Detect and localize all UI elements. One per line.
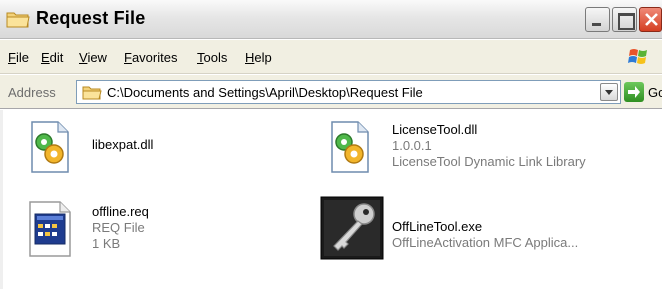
address-dropdown-button[interactable] [600, 83, 618, 101]
file-item-licensetool[interactable]: LicenseTool.dll 1.0.0.1 LicenseTool Dyna… [324, 116, 644, 180]
menu-favorites[interactable]: Favorites [124, 50, 177, 65]
address-input[interactable]: C:\Documents and Settings\April\Desktop\… [76, 80, 621, 104]
folder-icon [6, 9, 30, 29]
window-title: Request File [36, 8, 146, 28]
file-name: libexpat.dll [92, 137, 154, 152]
file-item-offline-req[interactable]: offline.req REQ File 1 KB [24, 198, 244, 262]
scroll-edge [0, 110, 3, 289]
file-name: LicenseTool.dll [392, 122, 478, 137]
file-size: 1 KB [92, 236, 121, 251]
address-label: Address [8, 85, 56, 100]
minimize-button[interactable] [585, 7, 610, 32]
windows-logo-icon [626, 46, 652, 68]
go-label: Go [648, 85, 662, 100]
menu-tools[interactable]: Tools [197, 50, 227, 65]
dll-gear-icon [324, 116, 376, 176]
file-description: LicenseTool Dynamic Link Library [392, 154, 586, 169]
menu-view[interactable]: View [79, 50, 107, 65]
menu-bar: File Edit View Favorites Tools Help [0, 40, 662, 74]
menu-edit[interactable]: Edit [41, 50, 63, 65]
menu-file[interactable]: File [8, 50, 29, 65]
go-arrow-icon [624, 82, 644, 102]
file-item-offlinetool-exe[interactable]: OffLineTool.exe OffLineActivation MFC Ap… [320, 196, 650, 260]
file-type: REQ File [92, 220, 145, 235]
close-button[interactable] [639, 7, 662, 32]
maximize-button[interactable] [612, 7, 637, 32]
dll-gear-icon [24, 116, 76, 176]
key-icon [320, 196, 384, 260]
go-button[interactable]: Go [624, 82, 662, 104]
close-icon [645, 13, 658, 26]
req-file-icon [24, 198, 76, 258]
file-version: 1.0.0.1 [392, 138, 432, 153]
file-name: OffLineTool.exe [392, 219, 483, 234]
menu-help[interactable]: Help [245, 50, 272, 65]
address-path: C:\Documents and Settings\April\Desktop\… [107, 85, 423, 100]
address-bar: Address C:\Documents and Settings\April\… [0, 75, 662, 109]
title-bar[interactable]: Request File [0, 0, 662, 39]
file-name: offline.req [92, 204, 149, 219]
file-description: OffLineActivation MFC Applica... [392, 235, 579, 250]
file-list: libexpat.dll LicenseTool.dll 1.0.0.1 Lic… [0, 110, 662, 289]
folder-icon [82, 84, 102, 101]
file-item-libexpat[interactable]: libexpat.dll [24, 116, 244, 180]
